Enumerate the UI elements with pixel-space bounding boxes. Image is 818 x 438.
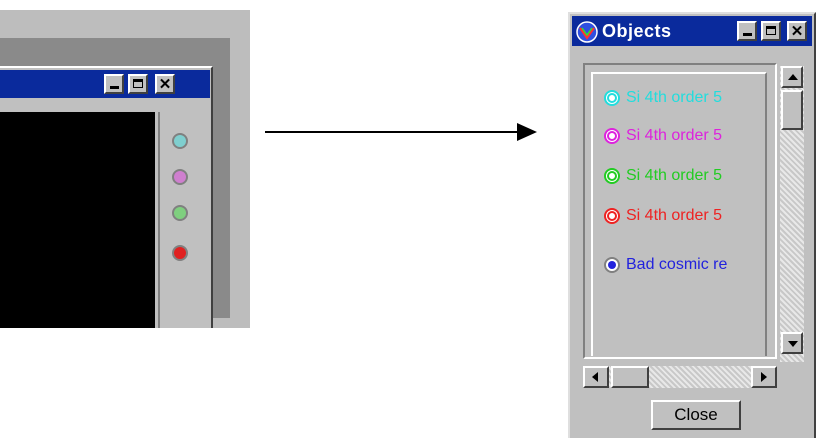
arrow-up-icon bbox=[788, 74, 798, 80]
radio-button[interactable] bbox=[604, 168, 620, 184]
close-button[interactable]: Close bbox=[651, 400, 741, 430]
arrow-left-icon bbox=[592, 372, 598, 382]
radio-button[interactable] bbox=[604, 90, 620, 106]
list-item[interactable]: Si 4th order 5 bbox=[604, 86, 766, 110]
scroll-right-button[interactable] bbox=[751, 366, 777, 388]
arrow-right-icon bbox=[761, 372, 767, 382]
app-logo-icon bbox=[576, 21, 598, 43]
object-label: Si 4th order 5 bbox=[626, 127, 723, 144]
radio-button[interactable] bbox=[604, 208, 620, 224]
maximize-button[interactable] bbox=[128, 74, 148, 94]
scroll-down-button[interactable] bbox=[781, 332, 803, 354]
minimize-icon bbox=[110, 86, 119, 89]
radio-button[interactable] bbox=[604, 128, 620, 144]
cyan-object-dot-icon[interactable] bbox=[172, 133, 188, 149]
object-label: Si 4th order 5 bbox=[626, 167, 723, 184]
magenta-object-dot-icon[interactable] bbox=[172, 169, 188, 185]
minimize-button[interactable] bbox=[104, 74, 124, 94]
object-label: Si 4th order 5 bbox=[626, 89, 723, 106]
list-item[interactable]: Si 4th order 5 bbox=[604, 124, 766, 148]
list-item[interactable]: Si 4th order 5 bbox=[604, 164, 766, 188]
list-item[interactable]: Si 4th order 5 bbox=[604, 204, 766, 228]
window-title: Objects bbox=[602, 21, 672, 41]
arrow-line bbox=[265, 131, 517, 133]
scroll-left-button[interactable] bbox=[583, 366, 609, 388]
scroll-thumb[interactable] bbox=[611, 366, 649, 388]
red-object-dot-icon[interactable] bbox=[172, 245, 188, 261]
maximize-button[interactable] bbox=[761, 21, 781, 41]
object-label: Si 4th order 5 bbox=[626, 207, 723, 224]
minimize-button[interactable] bbox=[737, 21, 757, 41]
vertical-scrollbar[interactable] bbox=[780, 66, 804, 362]
close-window-button[interactable]: ✕ bbox=[787, 21, 807, 41]
list-item[interactable]: Bad cosmic re bbox=[604, 253, 766, 277]
radio-button[interactable] bbox=[604, 257, 620, 273]
close-window-button[interactable]: ✕ bbox=[155, 74, 175, 94]
close-icon: ✕ bbox=[790, 22, 804, 40]
canvas-area bbox=[0, 112, 155, 328]
scroll-thumb[interactable] bbox=[781, 90, 803, 130]
maximize-icon bbox=[133, 79, 143, 88]
object-indicator-strip bbox=[158, 112, 202, 328]
scroll-up-button[interactable] bbox=[781, 66, 803, 88]
arrow-head-icon bbox=[517, 123, 537, 141]
close-icon: ✕ bbox=[158, 75, 172, 93]
arrow-down-icon bbox=[788, 341, 798, 347]
green-object-dot-icon[interactable] bbox=[172, 205, 188, 221]
maximize-icon bbox=[766, 26, 776, 35]
minimize-icon bbox=[743, 33, 752, 36]
object-label: Bad cosmic re bbox=[626, 256, 728, 273]
horizontal-scrollbar[interactable] bbox=[583, 366, 777, 388]
